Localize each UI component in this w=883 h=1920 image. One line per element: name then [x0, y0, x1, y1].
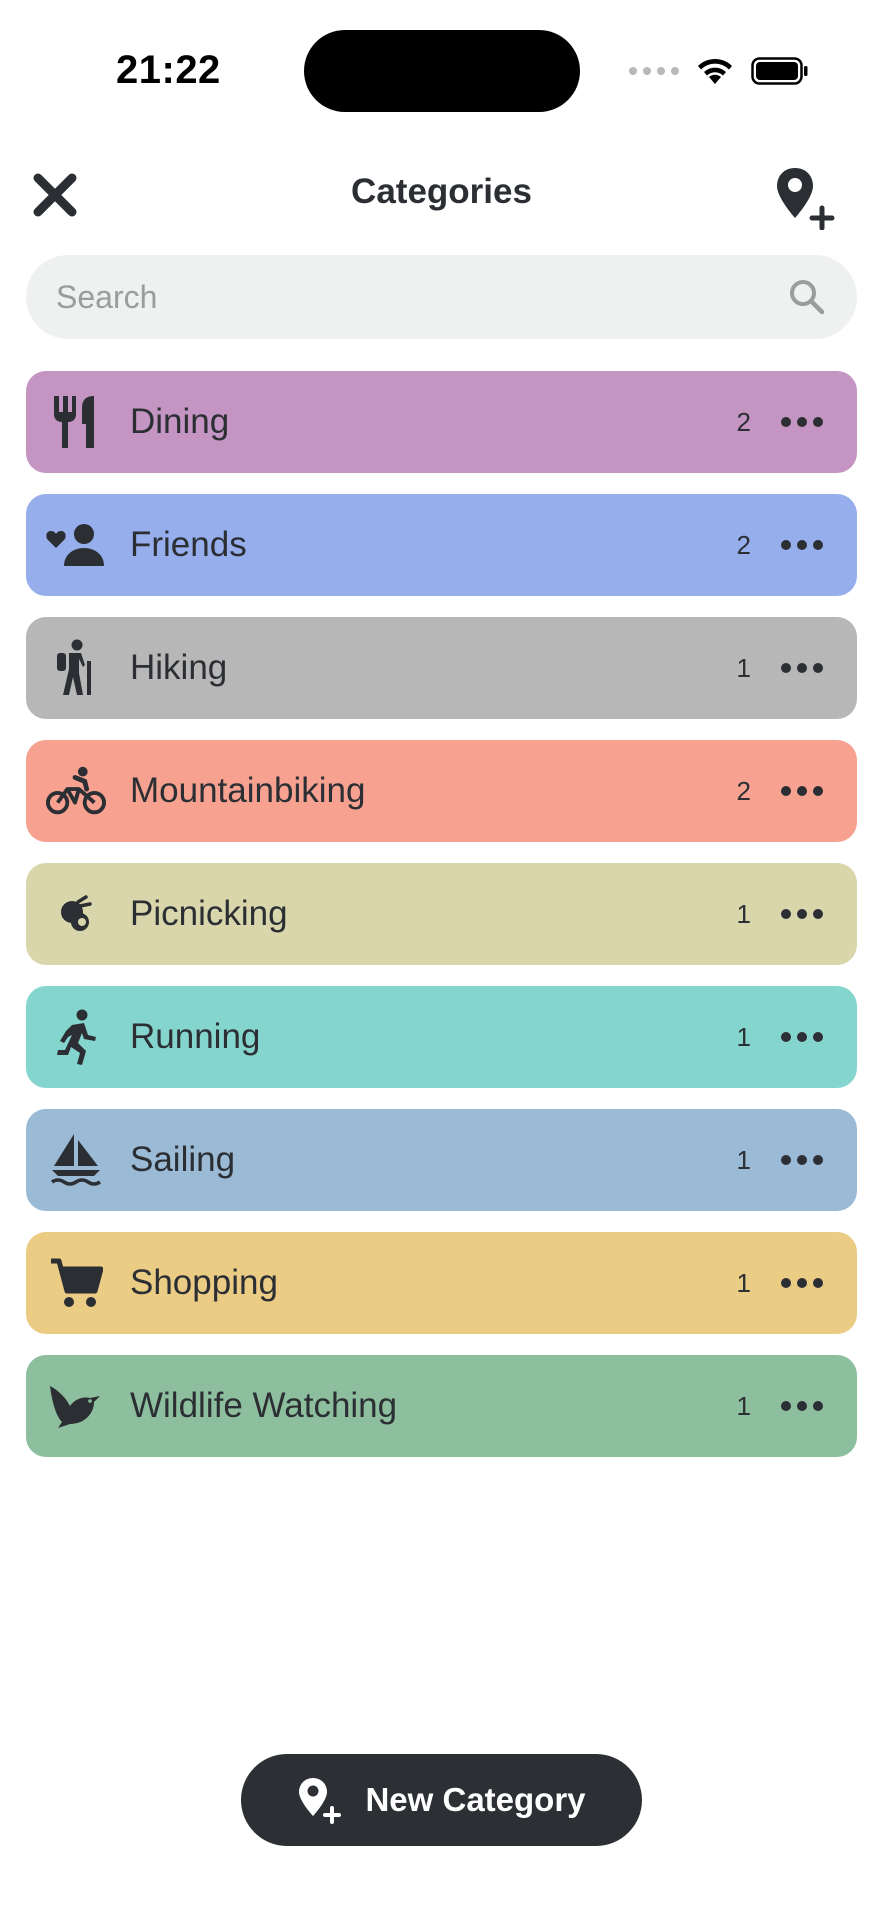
cellular-signal-icon: [629, 67, 679, 75]
category-row-wildlife-watching[interactable]: Wildlife Watching 1: [26, 1355, 857, 1457]
category-row-mountainbiking[interactable]: Mountainbiking 2: [26, 740, 857, 842]
new-category-label: New Category: [365, 1781, 586, 1818]
category-count: 1: [736, 1390, 751, 1421]
category-label: Wildlife Watching: [130, 1386, 398, 1425]
picnic-icon: [46, 884, 106, 944]
category-label: Mountainbiking: [130, 771, 366, 810]
category-count: 1: [736, 1267, 751, 1298]
category-count: 1: [736, 1021, 751, 1052]
dynamic-island: [304, 30, 580, 112]
category-count: 2: [736, 529, 751, 560]
bird-icon: [46, 1376, 106, 1436]
runner-icon: [46, 1007, 106, 1067]
header: Categories: [0, 150, 883, 240]
map-pin-plus-icon: [299, 1778, 342, 1824]
categories-screen: 21:22 Categories Search Dining 2 Friends…: [0, 0, 883, 1920]
category-row-sailing[interactable]: Sailing 1: [26, 1109, 857, 1211]
category-label: Picnicking: [130, 894, 288, 933]
status-time: 21:22: [116, 48, 221, 92]
category-row-picnicking[interactable]: Picnicking 1: [26, 863, 857, 965]
category-label: Sailing: [130, 1140, 236, 1179]
more-options-button[interactable]: [781, 1386, 823, 1426]
category-count: 1: [736, 898, 751, 929]
category-count: 1: [736, 652, 751, 683]
search-input[interactable]: [56, 278, 787, 316]
shopping-cart-icon: [46, 1253, 106, 1313]
more-options-button[interactable]: [781, 771, 823, 811]
category-row-hiking[interactable]: Hiking 1: [26, 617, 857, 719]
category-count: 2: [736, 406, 751, 437]
category-count: 2: [736, 775, 751, 806]
map-pin-plus-icon: [777, 168, 835, 231]
category-row-dining[interactable]: Dining 2: [26, 371, 857, 473]
sailboat-icon: [46, 1130, 106, 1190]
category-label: Friends: [130, 525, 247, 564]
category-count: 1: [736, 1144, 751, 1175]
more-options-button[interactable]: [781, 894, 823, 934]
category-row-shopping[interactable]: Shopping 1: [26, 1232, 857, 1334]
page-title: Categories: [351, 172, 532, 211]
more-options-button[interactable]: [781, 648, 823, 688]
category-label: Running: [130, 1017, 261, 1056]
search-bar: [26, 255, 857, 339]
more-options-button[interactable]: [781, 1263, 823, 1303]
hiker-icon: [46, 638, 106, 698]
new-category-button[interactable]: New Category: [241, 1754, 642, 1846]
status-bar: 21:22: [0, 0, 883, 140]
search-icon[interactable]: [787, 277, 827, 317]
category-label: Hiking: [130, 648, 228, 687]
category-row-running[interactable]: Running 1: [26, 986, 857, 1088]
category-list: Dining 2 Friends 2 Hiking 1 Mountainbiki…: [26, 371, 857, 1478]
friends-heart-icon: [46, 515, 106, 575]
category-row-friends[interactable]: Friends 2: [26, 494, 857, 596]
fork-knife-icon: [46, 392, 106, 452]
more-options-button[interactable]: [781, 402, 823, 442]
more-options-button[interactable]: [781, 1140, 823, 1180]
add-place-button[interactable]: [773, 164, 839, 231]
category-label: Shopping: [130, 1263, 278, 1302]
more-options-button[interactable]: [781, 1017, 823, 1057]
status-icons: [629, 54, 809, 88]
bicycle-icon: [46, 761, 106, 821]
battery-icon: [751, 57, 808, 85]
category-label: Dining: [130, 402, 230, 441]
wifi-icon: [698, 58, 732, 84]
more-options-button[interactable]: [781, 525, 823, 565]
